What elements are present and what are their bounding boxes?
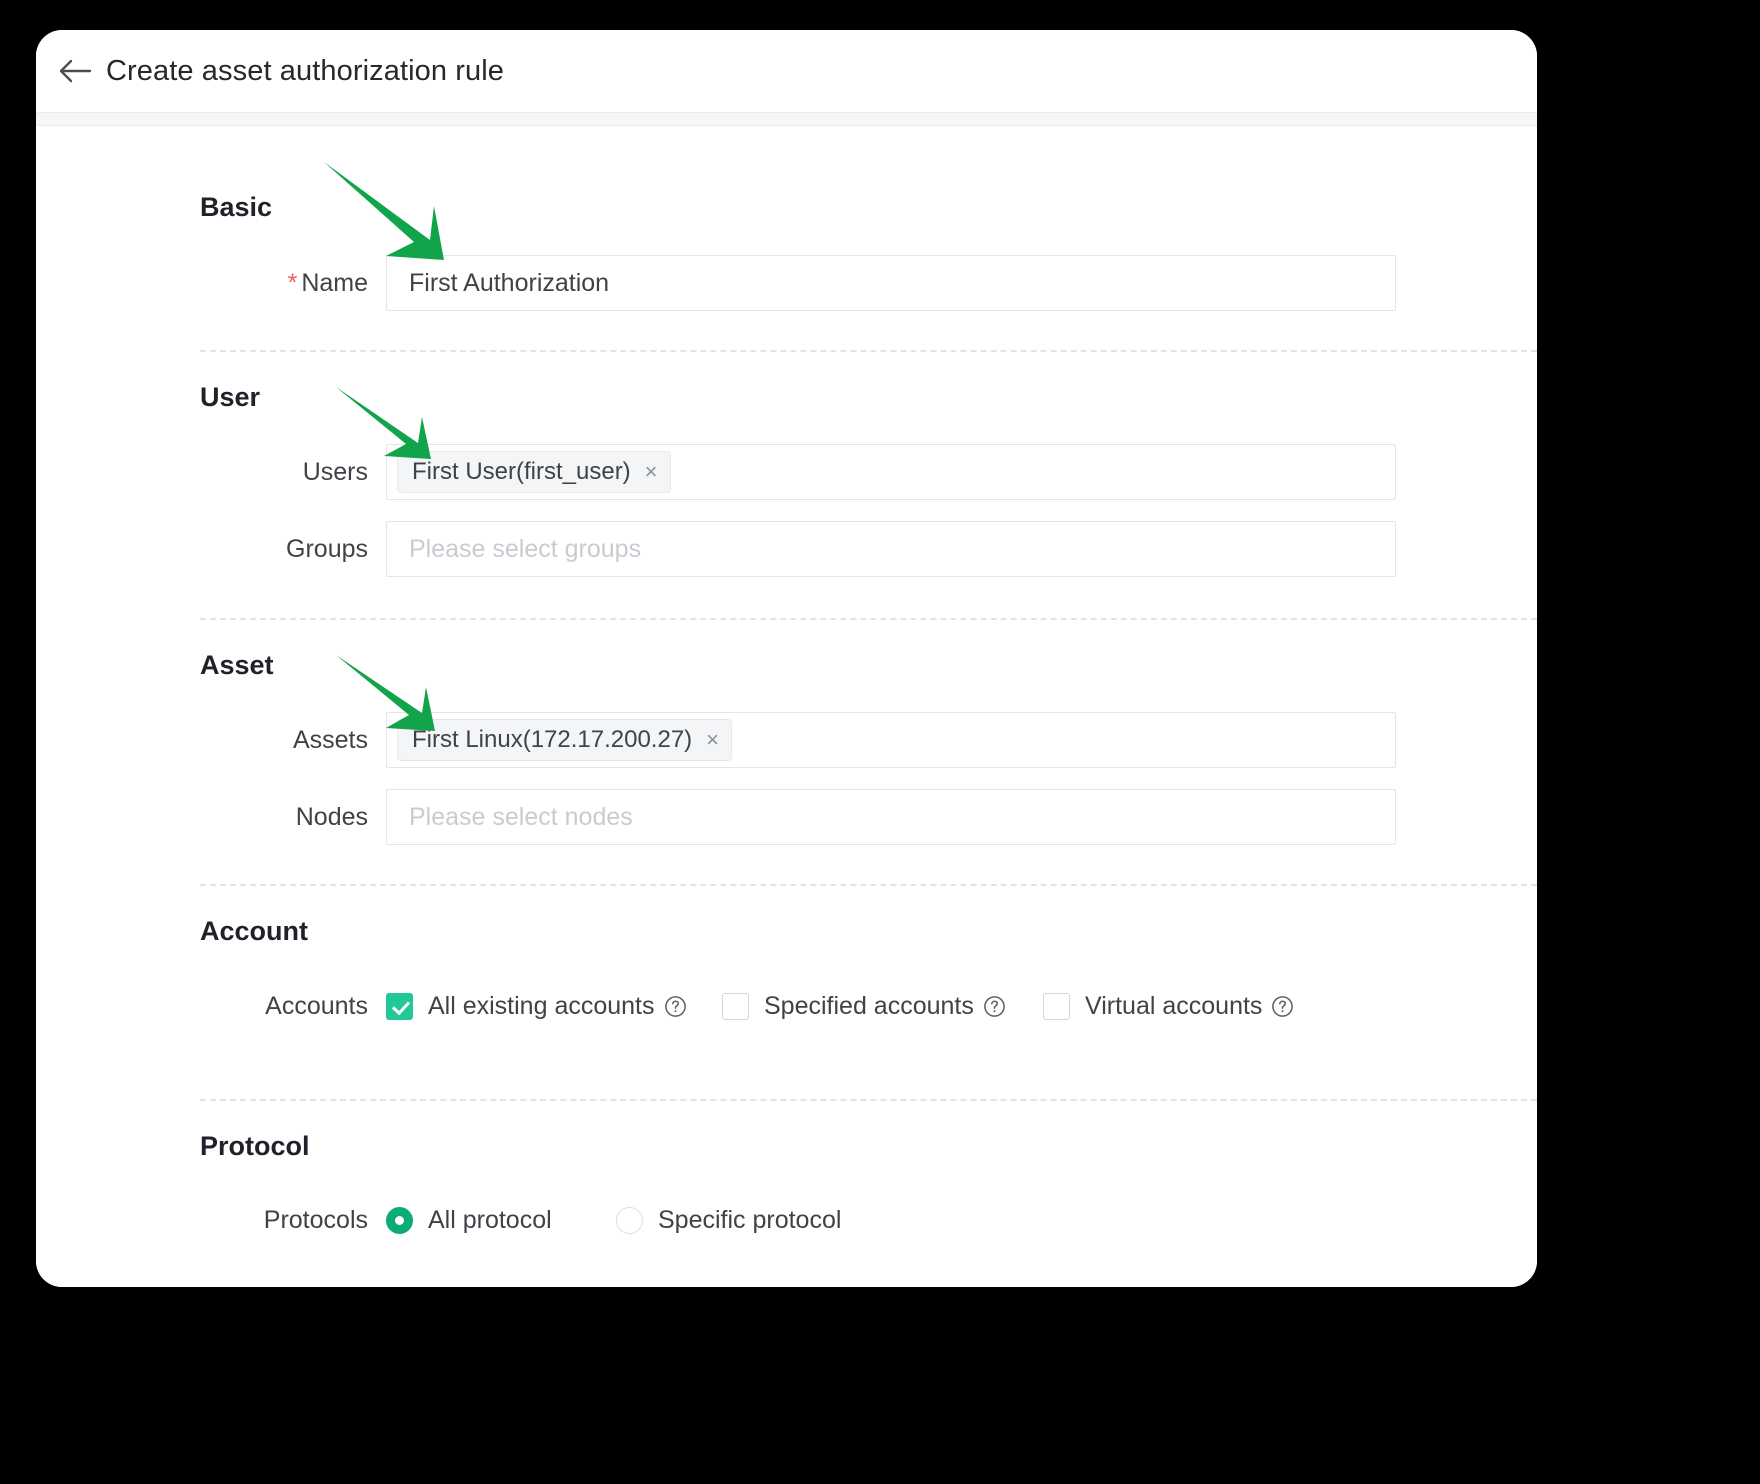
divider-account	[200, 1099, 1537, 1101]
radio-circle-icon[interactable]	[616, 1207, 643, 1234]
section-title-account: Account	[200, 916, 308, 947]
field-row-users: Users First User(first_user) ×	[36, 444, 1396, 500]
control-assets: First Linux(172.17.200.27) ×	[386, 712, 1396, 768]
header-separator	[36, 112, 1537, 126]
divider-user	[200, 618, 1537, 620]
control-nodes	[386, 789, 1396, 845]
label-name: *Name	[36, 255, 386, 311]
name-input[interactable]	[386, 255, 1396, 311]
required-marker: *	[288, 269, 298, 297]
protocols-radio-group: All protocol Specific protocol	[386, 1192, 841, 1248]
radio-label: Specific protocol	[658, 1206, 841, 1235]
nodes-select-input[interactable]	[386, 789, 1396, 845]
arrow-left-icon	[58, 56, 92, 86]
checkbox-all-existing-accounts[interactable]: All existing accounts	[386, 992, 722, 1021]
label-groups: Groups	[36, 521, 386, 577]
users-chip[interactable]: First User(first_user) ×	[397, 451, 671, 493]
label-nodes: Nodes	[36, 789, 386, 845]
field-row-protocols: Protocols All protocol Specific protocol	[36, 1192, 841, 1248]
radio-circle-icon[interactable]	[386, 1207, 413, 1234]
question-circle-icon[interactable]	[983, 995, 1006, 1018]
checkbox-virtual-accounts[interactable]: Virtual accounts	[1043, 992, 1294, 1021]
section-title-asset: Asset	[200, 650, 274, 681]
divider-asset	[200, 884, 1537, 886]
chip-remove-icon[interactable]: ×	[645, 461, 658, 483]
field-row-name: *Name	[36, 255, 1396, 311]
back-button[interactable]	[44, 40, 106, 102]
label-accounts: Accounts	[36, 978, 386, 1034]
section-title-protocol: Protocol	[200, 1131, 310, 1162]
section-title-basic: Basic	[200, 192, 272, 223]
checkbox-label: Virtual accounts	[1085, 992, 1262, 1021]
assets-chip[interactable]: First Linux(172.17.200.27) ×	[397, 719, 732, 761]
page-title: Create asset authorization rule	[106, 55, 504, 88]
users-select[interactable]: First User(first_user) ×	[386, 444, 1396, 500]
users-chip-label: First User(first_user)	[412, 458, 631, 486]
field-row-assets: Assets First Linux(172.17.200.27) ×	[36, 712, 1396, 768]
divider-basic	[200, 350, 1537, 352]
label-protocols: Protocols	[36, 1192, 386, 1248]
field-row-accounts: Accounts All existing accounts	[36, 978, 1294, 1034]
field-row-groups: Groups	[36, 521, 1396, 577]
label-assets: Assets	[36, 712, 386, 768]
checkbox-box-icon[interactable]	[386, 993, 413, 1020]
groups-select-input[interactable]	[386, 521, 1396, 577]
control-accounts: All existing accounts	[386, 978, 1294, 1034]
assets-chip-label: First Linux(172.17.200.27)	[412, 726, 692, 754]
app-card: Create asset authorization rule Basic *N…	[36, 30, 1537, 1287]
section-title-user: User	[200, 382, 260, 413]
question-circle-icon[interactable]	[664, 995, 687, 1018]
question-circle-icon[interactable]	[1271, 995, 1294, 1018]
control-name	[386, 255, 1396, 311]
checkbox-label: All existing accounts	[428, 992, 655, 1021]
radio-all-protocol[interactable]: All protocol	[386, 1206, 616, 1235]
field-row-nodes: Nodes	[36, 789, 1396, 845]
checkbox-specified-accounts[interactable]: Specified accounts	[722, 992, 1043, 1021]
radio-specific-protocol[interactable]: Specific protocol	[616, 1206, 841, 1235]
form-body: Basic *Name User Users	[36, 126, 1537, 1287]
control-groups	[386, 521, 1396, 577]
checkbox-box-icon[interactable]	[1043, 993, 1070, 1020]
accounts-checkbox-group: All existing accounts	[386, 978, 1294, 1034]
radio-label: All protocol	[428, 1206, 552, 1235]
control-users: First User(first_user) ×	[386, 444, 1396, 500]
screen-root: Create asset authorization rule Basic *N…	[0, 0, 1760, 1484]
control-protocols: All protocol Specific protocol	[386, 1192, 841, 1248]
label-users: Users	[36, 444, 386, 500]
label-name-text: Name	[301, 269, 368, 297]
checkbox-label: Specified accounts	[764, 992, 974, 1021]
checkbox-box-icon[interactable]	[722, 993, 749, 1020]
chip-remove-icon[interactable]: ×	[706, 729, 719, 751]
assets-select[interactable]: First Linux(172.17.200.27) ×	[386, 712, 1396, 768]
page-header: Create asset authorization rule	[36, 30, 1537, 112]
